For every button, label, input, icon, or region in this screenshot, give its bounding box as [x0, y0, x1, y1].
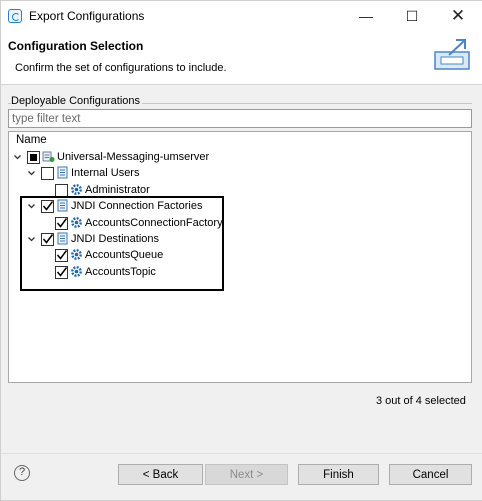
footer-divider [1, 453, 482, 454]
cancel-button[interactable]: Cancel [389, 464, 472, 485]
tree-checkbox[interactable] [41, 233, 54, 246]
tree-checkbox[interactable] [55, 265, 68, 279]
chevron-down-icon[interactable] [13, 153, 22, 162]
tree-item-label: JNDI Connection Factories [71, 200, 203, 213]
title-bar[interactable]: Export Configurations — ☐ ✕ [1, 1, 482, 31]
chevron-down-icon[interactable] [27, 202, 36, 211]
tree-row[interactable]: JNDI Destinations [9, 232, 469, 248]
tree-checkbox[interactable] [27, 151, 40, 164]
tree-checkbox[interactable] [55, 183, 68, 197]
tree-item-label: Universal-Messaging-umserver [57, 151, 210, 163]
folder-doc-icon [56, 166, 69, 179]
filter-input[interactable] [9, 110, 462, 127]
tree-row[interactable]: AccountsConnectionFactory [9, 216, 469, 232]
tree-row[interactable]: AccountsQueue [9, 248, 469, 264]
page-title: Configuration Selection [8, 39, 144, 53]
page-description: Confirm the set of configurations to inc… [15, 62, 227, 74]
maximize-button[interactable]: ☐ [389, 1, 435, 31]
tree-row[interactable]: Internal Users [9, 166, 469, 182]
help-icon[interactable]: ? [14, 465, 30, 481]
minimize-button[interactable]: — [343, 1, 389, 31]
close-button[interactable]: ✕ [435, 1, 481, 31]
app-icon [8, 9, 22, 23]
tree-checkbox[interactable] [41, 200, 54, 214]
wizard-header: Configuration Selection Confirm the set … [1, 31, 482, 85]
gear-icon [70, 216, 83, 229]
configuration-tree[interactable]: Name Universal-Messaging-umserver Interna… [8, 131, 472, 383]
tree-item-label: Administrator [85, 183, 150, 196]
tree-item-label: JNDI Destinations [71, 233, 160, 245]
export-configurations-dialog: Export Configurations — ☐ ✕ Configuratio… [0, 0, 482, 501]
tree-checkbox[interactable] [41, 167, 54, 181]
chevron-down-icon[interactable] [27, 235, 36, 244]
tree-item-label: AccountsQueue [85, 249, 164, 262]
tree-item-label: AccountsTopic [85, 265, 156, 278]
finish-button[interactable]: Finish [298, 464, 379, 485]
selection-status: 3 out of 4 selected [376, 395, 466, 407]
server-icon [42, 150, 55, 163]
tree-checkbox[interactable] [55, 249, 68, 263]
column-header-name[interactable]: Name [9, 132, 471, 148]
tree-item-label: Internal Users [71, 167, 140, 180]
tree-checkbox[interactable] [55, 216, 68, 230]
filter-field[interactable] [8, 109, 472, 128]
tree-row[interactable]: JNDI Connection Factories [9, 199, 469, 215]
tree-item-label: AccountsConnectionFactory [85, 216, 223, 229]
gear-icon [70, 265, 83, 278]
folder-doc-icon [56, 199, 69, 212]
gear-icon [70, 183, 83, 196]
gear-icon [70, 248, 83, 261]
next-button[interactable]: Next > [205, 464, 288, 485]
column-header-label: Name [16, 134, 47, 146]
tree-row[interactable]: AccountsTopic [9, 265, 469, 281]
chevron-down-icon[interactable] [27, 169, 36, 178]
folder-doc-icon [56, 232, 69, 245]
back-button[interactable]: < Back [118, 464, 203, 485]
export-banner-icon [434, 39, 470, 70]
tree-row[interactable]: Universal-Messaging-umserver [9, 150, 469, 166]
tree-row[interactable]: Administrator [9, 183, 469, 199]
window-title: Export Configurations [29, 9, 145, 23]
group-label: Deployable Configurations [11, 95, 143, 107]
